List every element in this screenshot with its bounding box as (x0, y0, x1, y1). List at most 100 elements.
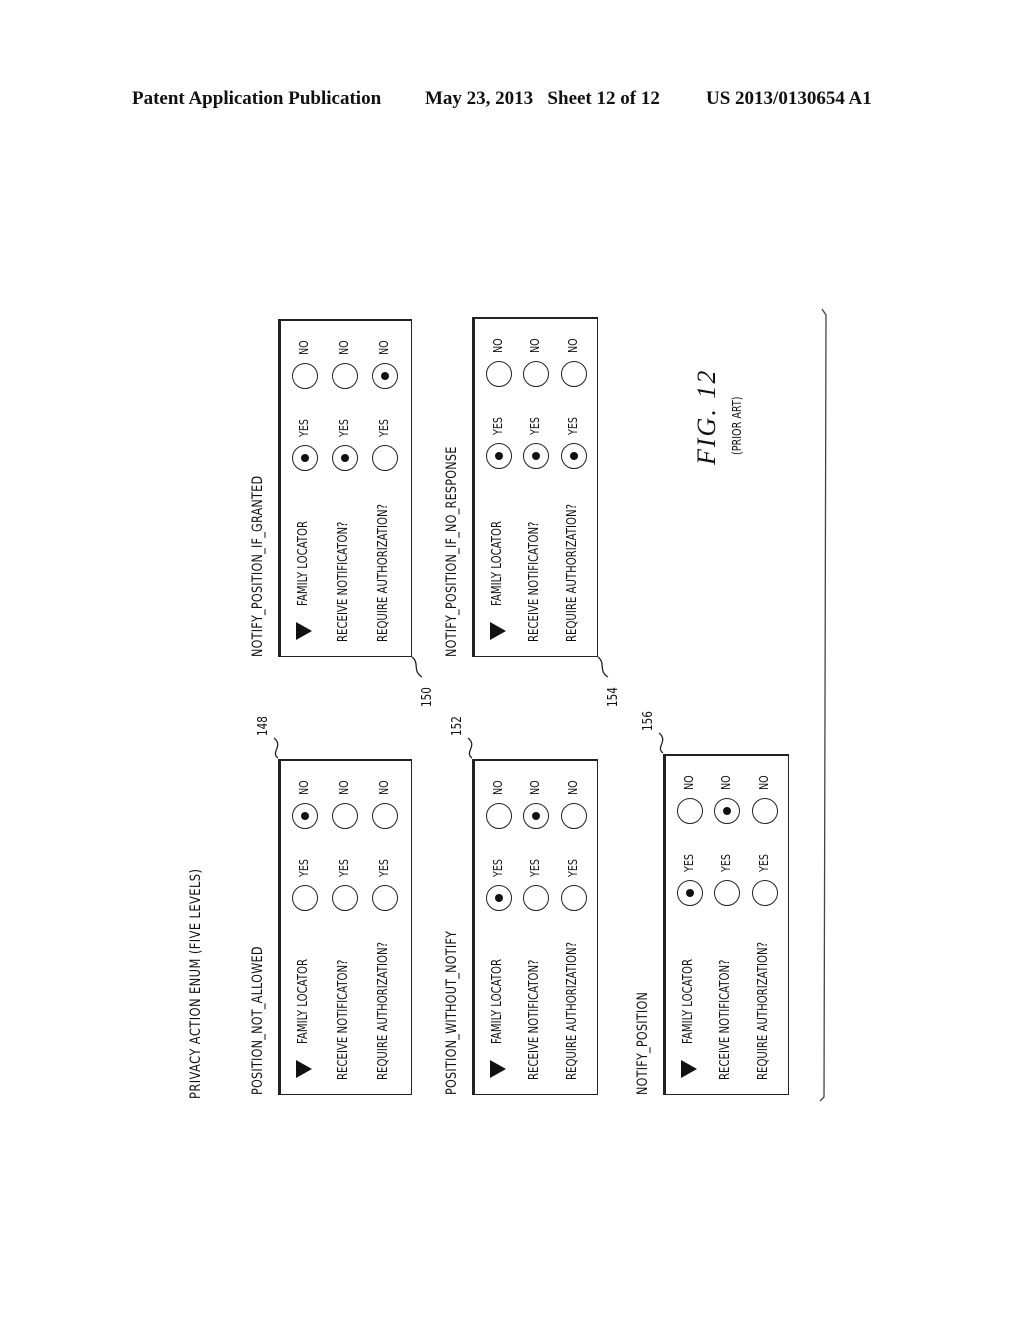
setting-label: RECEIVE NOTIFICATON? (336, 521, 351, 642)
setting-row: RECEIVE NOTIFICATON? YES NO (326, 761, 364, 1094)
dropdown-arrow-icon[interactable] (490, 1060, 506, 1078)
radio-yes[interactable] (523, 885, 550, 911)
reference-numeral: 148 (256, 716, 271, 736)
radio-no-label: NO (756, 775, 771, 790)
radio-no[interactable] (560, 803, 587, 829)
radio-yes-label: YES (337, 418, 351, 437)
radio-no[interactable] (751, 798, 778, 824)
radio-no[interactable] (372, 803, 398, 829)
radio-yes[interactable] (486, 443, 512, 469)
dropdown-arrow-icon[interactable] (296, 622, 312, 640)
radio-no-label: NO (297, 780, 311, 795)
radio-no[interactable] (292, 803, 318, 829)
radio-no[interactable] (486, 803, 512, 829)
radio-yes-label: YES (565, 416, 580, 435)
setting-row: REQUIRE AUTHORIZATION? YES NO (555, 761, 593, 1094)
radio-yes-label: YES (297, 418, 311, 437)
setting-row: FAMILY LOCATOR YES NO (671, 756, 709, 1094)
radio-yes-label: YES (682, 853, 696, 872)
radio-no[interactable] (714, 798, 741, 824)
leader-line (411, 656, 423, 678)
radio-no-label: NO (337, 340, 351, 355)
radio-no-label: NO (491, 780, 505, 795)
radio-no-label: NO (337, 780, 351, 795)
setting-label: FAMILY LOCATOR (490, 520, 505, 606)
figure-title: PRIVACY ACTION ENUM (FIVE LEVELS) (188, 868, 204, 1099)
radio-no[interactable] (523, 803, 550, 829)
radio-no-label: NO (719, 775, 734, 790)
radio-yes[interactable] (372, 445, 398, 471)
radio-yes[interactable] (486, 885, 512, 911)
radio-yes-label: YES (491, 858, 505, 877)
publication-label: Patent Application Publication (132, 88, 382, 109)
radio-yes-label: YES (528, 858, 543, 877)
radio-no[interactable] (332, 363, 358, 389)
dropdown-arrow-icon[interactable] (296, 1060, 312, 1078)
figure-caption: FIG. 12 (692, 368, 721, 465)
setting-label: FAMILY LOCATOR (681, 958, 696, 1044)
patent-number: US 2013/0130654 A1 (706, 88, 872, 109)
dropdown-arrow-icon[interactable] (490, 622, 506, 640)
level-name: NOTIFY_POSITION_IF_GRANTED (250, 475, 266, 657)
radio-yes[interactable] (560, 885, 587, 911)
radio-yes[interactable] (677, 880, 703, 906)
radio-no-label: NO (682, 775, 696, 790)
setting-label: FAMILY LOCATOR (490, 958, 505, 1044)
radio-no-label: NO (297, 340, 311, 355)
radio-yes[interactable] (332, 445, 358, 471)
setting-row: REQUIRE AUTHORIZATION? YES NO (746, 756, 784, 1094)
setting-row: FAMILY LOCATOR YES NO (480, 761, 518, 1094)
radio-yes-label: YES (297, 858, 311, 877)
radio-yes[interactable] (714, 880, 741, 906)
reference-numeral: 154 (606, 687, 621, 707)
setting-label: RECEIVE NOTIFICATON? (336, 959, 351, 1080)
radio-yes-label: YES (337, 858, 351, 877)
setting-label: FAMILY LOCATOR (296, 520, 311, 606)
setting-row: REQUIRE AUTHORIZATION? YES NO (366, 321, 404, 656)
radio-no[interactable] (372, 363, 398, 389)
privacy-level-panel: FAMILY LOCATOR YES NO RECEIVE NOTIFICATON? Y… (472, 759, 598, 1095)
radio-no[interactable] (332, 803, 358, 829)
setting-row: REQUIRE AUTHORIZATION? YES NO (366, 761, 404, 1094)
setting-row: FAMILY LOCATOR YES NO (286, 761, 324, 1094)
setting-row: FAMILY LOCATOR YES NO (286, 321, 324, 656)
setting-label: REQUIRE AUTHORIZATION? (376, 942, 391, 1080)
setting-label: RECEIVE NOTIFICATON? (527, 521, 543, 642)
radio-yes[interactable] (523, 443, 550, 469)
setting-label: FAMILY LOCATOR (296, 958, 311, 1044)
radio-no[interactable] (523, 361, 550, 387)
setting-label: REQUIRE AUTHORIZATION? (564, 504, 580, 642)
setting-label: REQUIRE AUTHORIZATION? (755, 942, 771, 1080)
setting-label: REQUIRE AUTHORIZATION? (376, 504, 391, 642)
setting-label: RECEIVE NOTIFICATON? (527, 959, 543, 1080)
setting-row: RECEIVE NOTIFICATON? YES NO (326, 321, 364, 656)
privacy-level-panel: FAMILY LOCATOR YES NO RECEIVE NOTIFICATON? Y… (663, 754, 789, 1095)
level-name: NOTIFY_POSITION (635, 991, 651, 1095)
radio-no[interactable] (560, 361, 587, 387)
radio-no-label: NO (377, 780, 391, 795)
level-name: POSITION_WITHOUT_NOTIFY (444, 930, 460, 1095)
page-header: Patent Application Publication May 23, 2… (0, 88, 1024, 118)
radio-yes[interactable] (292, 445, 318, 471)
radio-yes[interactable] (751, 880, 778, 906)
radio-yes[interactable] (332, 885, 358, 911)
radio-yes[interactable] (560, 443, 587, 469)
prior-art-note: (PRIOR ART) (730, 396, 744, 455)
date-sheet-label: May 23, 2013 Sheet 12 of 12 (425, 88, 660, 109)
radio-no[interactable] (486, 361, 512, 387)
level-name: POSITION_NOT_ALLOWED (250, 946, 266, 1095)
radio-no[interactable] (292, 363, 318, 389)
dropdown-arrow-icon[interactable] (681, 1060, 697, 1078)
radio-yes[interactable] (372, 885, 398, 911)
radio-yes-label: YES (719, 853, 734, 872)
radio-no-label: NO (491, 338, 505, 353)
radio-yes[interactable] (292, 885, 318, 911)
setting-label: RECEIVE NOTIFICATON? (718, 959, 734, 1080)
radio-no[interactable] (677, 798, 703, 824)
leader-line (597, 656, 609, 678)
setting-row: RECEIVE NOTIFICATON? YES NO (708, 756, 746, 1094)
setting-row: RECEIVE NOTIFICATON? YES NO (517, 319, 555, 656)
radio-yes-label: YES (528, 416, 543, 435)
radio-no-label: NO (565, 780, 580, 795)
radio-yes-label: YES (491, 416, 505, 435)
